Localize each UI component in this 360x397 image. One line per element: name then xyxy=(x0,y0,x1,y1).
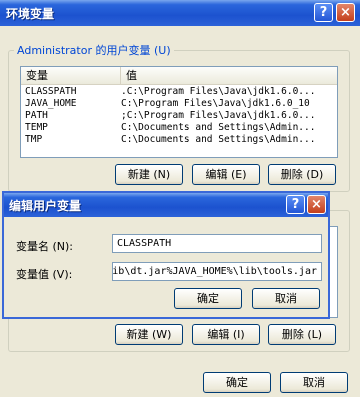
variable-name: TMP xyxy=(25,134,43,145)
dialog-cancel-button[interactable]: 取消 xyxy=(252,288,320,309)
edit-variable-dialog: 编辑用户变量 ? × 变量名 (N): CLASSPATH 变量值 (V): .… xyxy=(2,191,330,319)
list-item[interactable]: TMP C:\Documents and Settings\Admin... xyxy=(21,134,337,146)
variable-value-text: .lib\dt.jar%JAVA_HOME%\lib\tools.jar xyxy=(112,266,317,277)
list-item[interactable]: PATH ;C:\Program Files\Java\jdk1.6.0... xyxy=(21,110,337,122)
dialog-help-button[interactable]: ? xyxy=(286,195,305,214)
variable-value: C:\Documents and Settings\Admin... xyxy=(121,122,316,133)
close-button[interactable]: × xyxy=(336,3,355,22)
ok-button[interactable]: 确定 xyxy=(203,372,271,393)
help-icon: ? xyxy=(291,197,300,212)
variable-name: TEMP xyxy=(25,122,48,133)
column-header-value[interactable]: 值 xyxy=(121,67,337,84)
user-variables-list[interactable]: 变量 值 CLASSPATH .C:\Program Files\Java\jd… xyxy=(20,66,338,158)
column-header-name[interactable]: 变量 xyxy=(21,67,121,84)
variable-value: ;C:\Program Files\Java\jdk1.6.0... xyxy=(121,110,316,121)
variable-name-field[interactable]: CLASSPATH xyxy=(112,234,322,253)
system-edit-button[interactable]: 编辑 (I) xyxy=(192,324,260,345)
dialog-ok-button[interactable]: 确定 xyxy=(174,288,242,309)
user-delete-button[interactable]: 删除 (D) xyxy=(268,164,336,185)
user-variables-group-label: Administrator 的用户变量 (U) xyxy=(14,42,174,58)
system-delete-button[interactable]: 删除 (L) xyxy=(268,324,336,345)
help-button[interactable]: ? xyxy=(314,3,333,22)
close-icon: × xyxy=(311,197,322,212)
list-item[interactable]: JAVA_HOME C:\Program Files\Java\jdk1.6.0… xyxy=(21,98,337,110)
variable-value: C:\Program Files\Java\jdk1.6.0_10 xyxy=(121,98,310,109)
variable-name: PATH xyxy=(25,110,48,121)
dialog-title: 编辑用户变量 xyxy=(9,199,82,213)
user-new-button[interactable]: 新建 (N) xyxy=(115,164,183,185)
system-new-button[interactable]: 新建 (W) xyxy=(115,324,183,345)
cancel-button[interactable]: 取消 xyxy=(280,372,348,393)
variable-name-label: 变量名 (N): xyxy=(16,240,74,253)
close-icon: × xyxy=(340,5,351,20)
window-title: 环境变量 xyxy=(6,7,55,21)
variable-value-label: 变量值 (V): xyxy=(16,268,73,281)
variable-name: JAVA_HOME xyxy=(25,98,77,109)
dialog-titlebar: 编辑用户变量 ? × xyxy=(4,193,328,217)
list-item[interactable]: CLASSPATH .C:\Program Files\Java\jdk1.6.… xyxy=(21,86,337,98)
variable-value: .C:\Program Files\Java\jdk1.6.0... xyxy=(121,86,316,97)
variable-value-field[interactable]: .lib\dt.jar%JAVA_HOME%\lib\tools.jar xyxy=(112,262,322,281)
list-header: 变量 值 xyxy=(21,67,337,85)
variable-name: CLASSPATH xyxy=(25,86,77,97)
help-icon: ? xyxy=(319,5,328,20)
user-edit-button[interactable]: 编辑 (E) xyxy=(192,164,260,185)
variable-value: C:\Documents and Settings\Admin... xyxy=(121,134,316,145)
dialog-close-button[interactable]: × xyxy=(307,195,326,214)
list-item[interactable]: TEMP C:\Documents and Settings\Admin... xyxy=(21,122,337,134)
window-titlebar: 环境变量 ? × xyxy=(0,0,360,26)
